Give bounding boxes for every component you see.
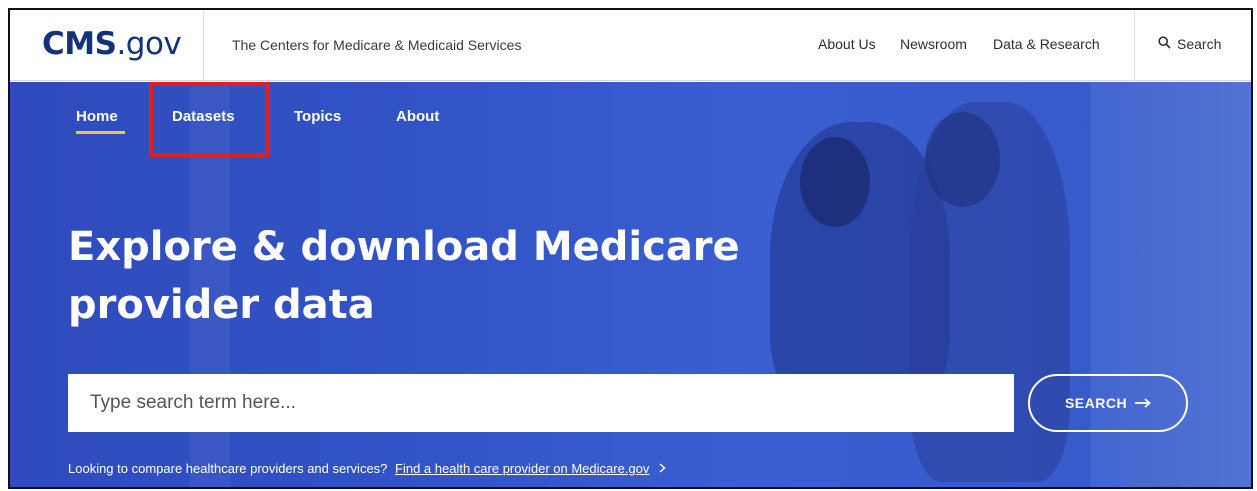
header-divider-right — [1134, 10, 1135, 81]
hero-headline: Explore & download Medicare provider dat… — [68, 218, 788, 334]
search-label: Search — [1177, 36, 1222, 52]
nav-about[interactable]: About — [396, 108, 439, 125]
browser-page: CMS.gov The Centers for Medicare & Medic… — [8, 8, 1253, 489]
medicare-provider-link[interactable]: Find a health care provider on Medicare.… — [395, 461, 649, 476]
chevron-right-icon — [659, 461, 666, 476]
datasets-highlight-box — [149, 82, 270, 157]
data-research-link[interactable]: Data & Research — [993, 36, 1100, 52]
search-icon — [1158, 36, 1171, 52]
header-divider — [203, 10, 204, 81]
active-nav-indicator — [76, 131, 125, 134]
photo-head-right — [925, 112, 1000, 207]
site-tagline: The Centers for Medicare & Medicaid Serv… — [232, 37, 522, 53]
headline-line-2: provider data — [68, 282, 375, 328]
photo-head-left — [800, 137, 870, 227]
headline-line-1: Explore & download Medicare — [68, 224, 740, 270]
dataset-search-input[interactable] — [68, 374, 1014, 432]
compare-providers-note: Looking to compare healthcare providers … — [68, 461, 666, 476]
arrow-right-icon — [1135, 395, 1151, 411]
newsroom-link[interactable]: Newsroom — [900, 36, 967, 52]
compare-text: Looking to compare healthcare providers … — [68, 461, 388, 476]
cms-logo[interactable]: CMS.gov — [42, 24, 182, 64]
hero-banner: Home Datasets Topics About Explore & dow… — [10, 82, 1251, 487]
logo-cms: CMS — [42, 26, 117, 62]
nav-home[interactable]: Home — [76, 108, 118, 125]
logo-gov: .gov — [116, 26, 182, 62]
nav-topics[interactable]: Topics — [294, 108, 341, 125]
top-header: CMS.gov The Centers for Medicare & Medic… — [10, 10, 1251, 81]
header-search-button[interactable]: Search — [1158, 36, 1221, 52]
search-button-label: SEARCH — [1064, 395, 1128, 411]
about-us-link[interactable]: About Us — [818, 36, 876, 52]
search-submit-button[interactable]: SEARCH — [1028, 374, 1188, 432]
